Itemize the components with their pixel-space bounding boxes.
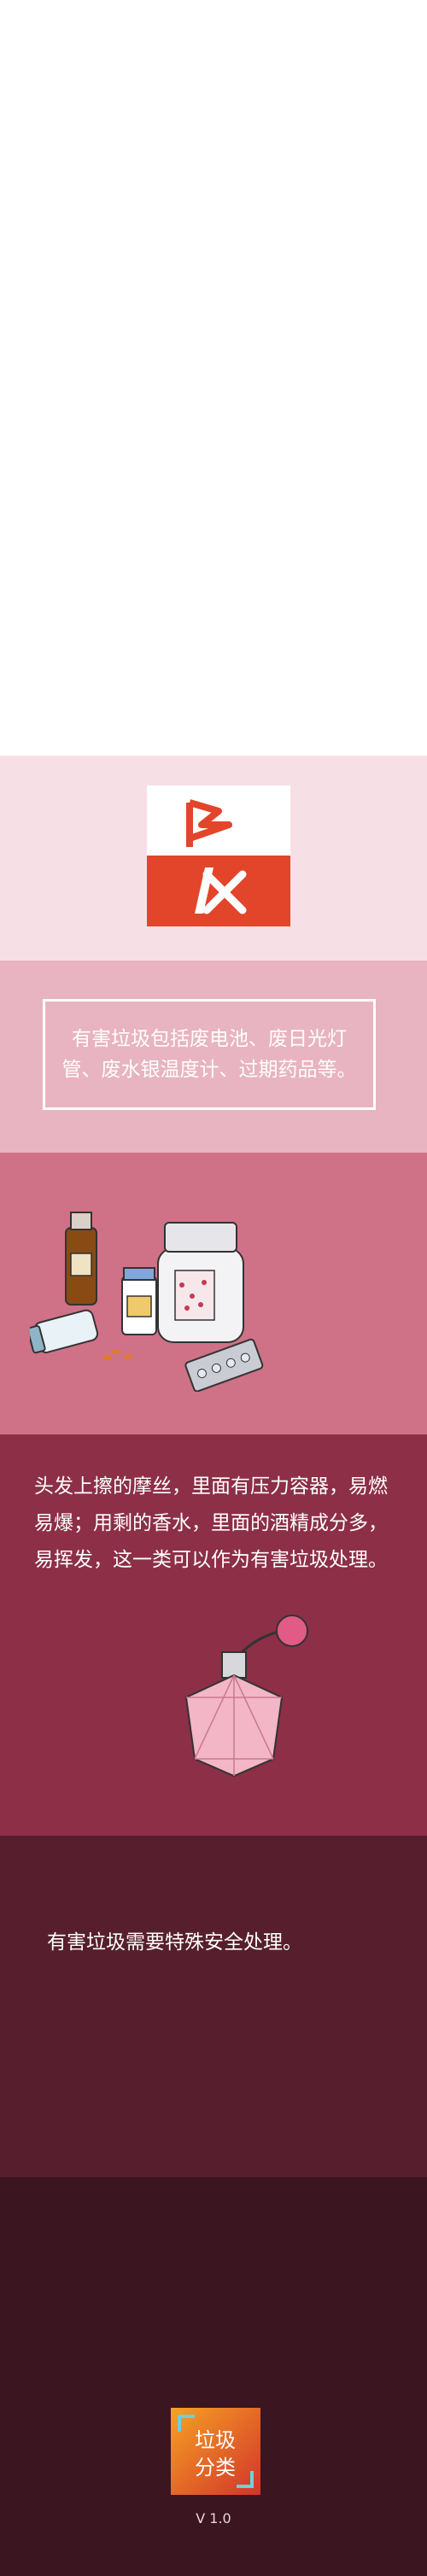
version-label: V 1.0	[196, 2510, 231, 2526]
description-text: 头发上擦的摩丝，里面有压力容器，易燃易爆；用剩的香水，里面的酒精成分多，易挥发，…	[34, 1475, 388, 1571]
page: 有害垃圾包括废电池、废日光灯管、废水银温度计、过期药品等。 头发上擦的摩丝，里面…	[0, 0, 427, 2576]
intro-text-box: 有害垃圾包括废电池、废日光灯管、废水银温度计、过期药品等。	[43, 999, 376, 1110]
logo-text-line1: 垃圾	[195, 2428, 236, 2452]
app-logo-icon: 垃圾 分类	[171, 2408, 260, 2495]
notice-section: 有害垃圾需要特殊安全处理。	[0, 1836, 427, 2177]
notice-text: 有害垃圾需要特殊安全处理。	[47, 1931, 302, 1954]
intro-section: 有害垃圾包括废电池、废日光灯管、废水银温度计、过期药品等。	[0, 961, 427, 1153]
hazard-icon-section	[0, 756, 427, 961]
intro-text: 有害垃圾包括废电池、废日光灯管、废水银温度计、过期药品等。	[61, 1028, 357, 1081]
logo-text-line2: 分类	[195, 2456, 236, 2480]
footer-section: 垃圾 分类 V 1.0	[0, 2177, 427, 2576]
blank-header-section	[0, 0, 427, 756]
description-section: 头发上擦的摩丝，里面有压力容器，易燃易爆；用剩的香水，里面的酒精成分多，易挥发，…	[0, 1434, 427, 1836]
medicine-bottles-icon	[30, 1212, 264, 1392]
medicine-section	[0, 1153, 427, 1434]
hazardous-waste-icon	[147, 786, 290, 926]
perfume-bottle-icon	[184, 1615, 308, 1778]
